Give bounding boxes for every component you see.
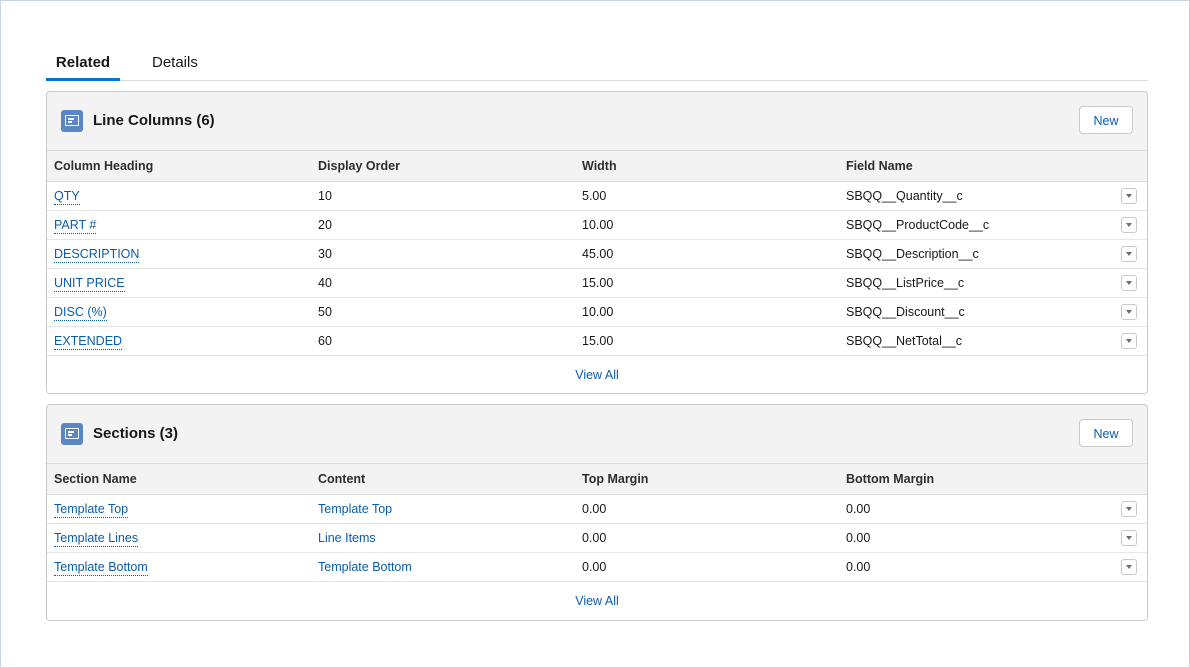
cell-display-order: 40 — [311, 268, 575, 298]
cell-display-order: 20 — [311, 210, 575, 240]
cell-display-order: 10 — [311, 181, 575, 211]
row-link[interactable]: Template Lines — [54, 531, 139, 547]
cell-width: 10.00 — [575, 297, 839, 327]
content-link[interactable]: Line Items — [318, 531, 376, 545]
column-header-bottom-margin[interactable]: Bottom Margin — [839, 463, 1103, 495]
table-header-row: Column Heading Display Order Width Field… — [47, 150, 1147, 182]
cell-top-margin: 0.00 — [575, 523, 839, 553]
column-header-section-name[interactable]: Section Name — [47, 463, 311, 495]
cell-field-name: SBQQ__ProductCode__c — [839, 210, 1103, 240]
cell-width: 15.00 — [575, 326, 839, 356]
table-row: DISC (%) 50 10.00 SBQQ__Discount__c — [47, 297, 1147, 327]
sections-title[interactable]: Sections (3) — [93, 424, 178, 444]
table-row: EXTENDED 60 15.00 SBQQ__NetTotal__c — [47, 326, 1147, 356]
cell-bottom-margin: 0.00 — [839, 552, 1103, 582]
row-link[interactable]: DESCRIPTION — [54, 247, 140, 263]
row-menu-chevron-down-icon[interactable] — [1121, 217, 1137, 233]
row-menu-chevron-down-icon[interactable] — [1121, 559, 1137, 575]
column-header-actions — [1103, 150, 1147, 182]
row-link[interactable]: EXTENDED — [54, 334, 123, 350]
line-columns-table: Column Heading Display Order Width Field… — [47, 150, 1147, 356]
content-link[interactable]: Template Bottom — [318, 560, 412, 574]
cell-display-order: 30 — [311, 239, 575, 269]
tab-bar: Related Details — [46, 41, 1148, 81]
line-columns-view-all-link[interactable]: View All — [575, 368, 619, 382]
table-row: QTY 10 5.00 SBQQ__Quantity__c — [47, 181, 1147, 211]
sections-header: Sections (3) New — [47, 405, 1147, 463]
row-menu-chevron-down-icon[interactable] — [1121, 530, 1137, 546]
row-menu-chevron-down-icon[interactable] — [1121, 275, 1137, 291]
cell-field-name: SBQQ__NetTotal__c — [839, 326, 1103, 356]
row-link[interactable]: DISC (%) — [54, 305, 107, 321]
table-row: UNIT PRICE 40 15.00 SBQQ__ListPrice__c — [47, 268, 1147, 298]
cell-field-name: SBQQ__Description__c — [839, 239, 1103, 269]
cell-bottom-margin: 0.00 — [839, 523, 1103, 553]
row-menu-chevron-down-icon[interactable] — [1121, 501, 1137, 517]
table-row: Template Lines Line Items 0.00 0.00 — [47, 523, 1147, 553]
column-header-width[interactable]: Width — [575, 150, 839, 182]
row-menu-chevron-down-icon[interactable] — [1121, 304, 1137, 320]
cell-display-order: 60 — [311, 326, 575, 356]
document-icon — [61, 110, 83, 132]
line-columns-title[interactable]: Line Columns (6) — [93, 111, 215, 131]
table-row: Template Top Template Top 0.00 0.00 — [47, 494, 1147, 524]
cell-bottom-margin: 0.00 — [839, 494, 1103, 524]
sections-view-all-link[interactable]: View All — [575, 594, 619, 608]
document-icon — [61, 423, 83, 445]
row-link[interactable]: Template Top — [54, 502, 129, 518]
cell-width: 15.00 — [575, 268, 839, 298]
sections-footer: View All — [47, 582, 1147, 620]
column-header-content[interactable]: Content — [311, 463, 575, 495]
sections-card: Sections (3) New Section Name Content To… — [46, 404, 1148, 621]
table-row: DESCRIPTION 30 45.00 SBQQ__Description__… — [47, 239, 1147, 269]
cell-top-margin: 0.00 — [575, 494, 839, 524]
row-menu-chevron-down-icon[interactable] — [1121, 333, 1137, 349]
content-link[interactable]: Template Top — [318, 502, 392, 516]
line-columns-header: Line Columns (6) New — [47, 92, 1147, 150]
row-link[interactable]: Template Bottom — [54, 560, 148, 576]
table-row: Template Bottom Template Bottom 0.00 0.0… — [47, 552, 1147, 582]
cell-display-order: 50 — [311, 297, 575, 327]
column-header-heading[interactable]: Column Heading — [47, 150, 311, 182]
row-menu-chevron-down-icon[interactable] — [1121, 246, 1137, 262]
row-link[interactable]: UNIT PRICE — [54, 276, 125, 292]
cell-field-name: SBQQ__Quantity__c — [839, 181, 1103, 211]
column-header-actions — [1103, 463, 1147, 495]
page-frame: Related Details Line Columns (6) New Col… — [0, 0, 1190, 668]
tab-related[interactable]: Related — [46, 54, 120, 81]
cell-field-name: SBQQ__Discount__c — [839, 297, 1103, 327]
row-menu-chevron-down-icon[interactable] — [1121, 188, 1137, 204]
cell-width: 10.00 — [575, 210, 839, 240]
table-header-row: Section Name Content Top Margin Bottom M… — [47, 463, 1147, 495]
line-columns-footer: View All — [47, 356, 1147, 393]
column-header-field-name[interactable]: Field Name — [839, 150, 1103, 182]
sections-new-button[interactable]: New — [1079, 419, 1133, 447]
column-header-top-margin[interactable]: Top Margin — [575, 463, 839, 495]
sections-table: Section Name Content Top Margin Bottom M… — [47, 463, 1147, 582]
row-link[interactable]: PART # — [54, 218, 97, 234]
cell-width: 45.00 — [575, 239, 839, 269]
column-header-display-order[interactable]: Display Order — [311, 150, 575, 182]
cell-field-name: SBQQ__ListPrice__c — [839, 268, 1103, 298]
tab-details[interactable]: Details — [152, 54, 198, 80]
table-row: PART # 20 10.00 SBQQ__ProductCode__c — [47, 210, 1147, 240]
row-link[interactable]: QTY — [54, 189, 80, 205]
line-columns-card: Line Columns (6) New Column Heading Disp… — [46, 91, 1148, 394]
cell-width: 5.00 — [575, 181, 839, 211]
cell-top-margin: 0.00 — [575, 552, 839, 582]
line-columns-new-button[interactable]: New — [1079, 106, 1133, 134]
